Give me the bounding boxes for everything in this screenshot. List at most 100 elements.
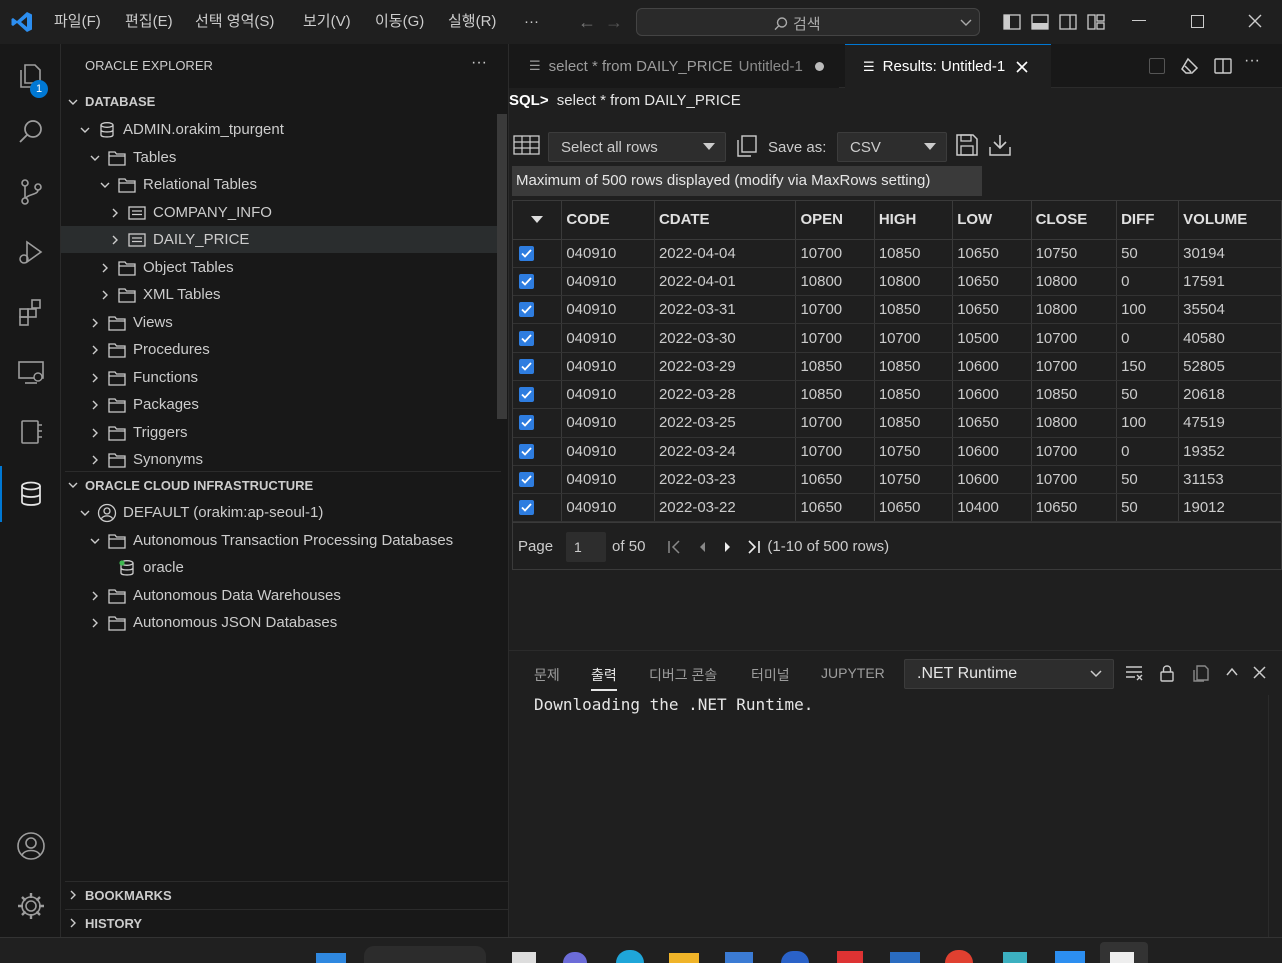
split-editor-icon[interactable] [1214, 57, 1232, 75]
open-in-editor-icon[interactable] [1192, 664, 1210, 682]
taskbar-app-icon[interactable] [781, 951, 809, 963]
extensions-icon[interactable] [0, 284, 61, 340]
edge-browser-icon[interactable] [616, 950, 644, 963]
checkbox-checked-icon[interactable] [519, 330, 534, 346]
taskbar-app-icon[interactable] [837, 951, 863, 963]
prev-page-icon[interactable] [697, 540, 707, 554]
panel-tab[interactable]: 문제 [534, 665, 560, 691]
taskbar-active-app[interactable] [1100, 942, 1148, 963]
panel-scrollbar[interactable] [1268, 695, 1282, 938]
chevron-down-icon[interactable] [77, 122, 93, 138]
row-select-cell[interactable] [513, 267, 563, 297]
oracle-database-icon[interactable] [0, 466, 61, 522]
maximize-icon[interactable] [1191, 15, 1204, 28]
checkbox-checked-icon[interactable] [519, 358, 534, 374]
chevron-right-icon[interactable] [97, 260, 113, 276]
stop-icon[interactable] [1149, 58, 1165, 74]
chevron-right-icon[interactable] [107, 232, 123, 248]
more-actions-icon[interactable]: ··· [1244, 52, 1260, 70]
taskbar-app-icon[interactable] [512, 952, 536, 963]
first-page-icon[interactable] [667, 539, 681, 554]
menu-item[interactable]: 파일(F) [54, 0, 101, 44]
output-channel-dropdown[interactable]: .NET Runtime [904, 659, 1114, 689]
chevron-down-icon[interactable] [87, 533, 103, 549]
table-row[interactable]: 040910 2022-03-31 10700 10850 10650 10800 100 3… [513, 295, 1282, 325]
chevron-down-icon[interactable] [87, 150, 103, 166]
tree-item-xml-tables[interactable]: XML Tables [61, 281, 497, 308]
toggle-sidebar-icon[interactable] [1003, 13, 1021, 31]
checkbox-checked-icon[interactable] [519, 415, 534, 431]
table-grid-icon[interactable] [513, 134, 540, 156]
settings-gear-icon[interactable] [0, 878, 61, 934]
taskbar-search[interactable] [364, 946, 486, 963]
chevron-right-icon[interactable] [87, 615, 103, 631]
save-disk-icon[interactable] [955, 133, 979, 157]
toggle-panel-icon[interactable] [1031, 13, 1049, 31]
store-icon[interactable] [725, 952, 753, 963]
table-row[interactable]: 040910 2022-03-29 10850 10850 10600 10700 150 5… [513, 352, 1282, 381]
column-header[interactable]: CLOSE [1031, 201, 1118, 240]
row-select-cell[interactable] [513, 323, 563, 353]
history-section-header[interactable]: HISTORY [65, 909, 509, 936]
chrome-icon[interactable] [945, 950, 973, 963]
tree-item-relational-tables[interactable]: Relational Tables [61, 171, 497, 198]
table-row[interactable]: 040910 2022-03-30 10700 10700 10500 10700 0 405… [513, 323, 1282, 353]
database-section-header[interactable]: DATABASE [65, 88, 501, 115]
menu-item[interactable]: ··· [524, 0, 539, 44]
row-select-cell[interactable] [513, 493, 563, 523]
copy-icon[interactable] [735, 134, 759, 158]
menu-item[interactable]: 실행(R) [448, 0, 496, 44]
column-header[interactable]: DIFF [1116, 201, 1180, 240]
page-input[interactable]: 1 [566, 531, 607, 562]
tree-item-daily-price[interactable]: DAILY_PRICE [61, 226, 497, 253]
more-actions-icon[interactable]: ··· [471, 54, 487, 72]
table-row[interactable]: 040910 2022-03-24 10700 10750 10600 10700 0 193… [513, 437, 1282, 466]
tree-item-packages[interactable]: Packages [61, 391, 497, 418]
chevron-right-icon[interactable] [107, 205, 123, 221]
column-header[interactable]: HIGH [874, 201, 954, 240]
taskbar-app-icon[interactable] [1003, 952, 1027, 963]
row-select-cell[interactable] [513, 380, 563, 410]
select-column-header[interactable] [513, 201, 563, 240]
column-header[interactable]: CODE [561, 201, 655, 240]
tree-item-adw[interactable]: Autonomous Data Warehouses [61, 582, 497, 609]
chevron-right-icon[interactable] [87, 370, 103, 386]
checkbox-checked-icon[interactable] [519, 500, 534, 516]
maximize-panel-icon[interactable] [1225, 666, 1239, 678]
column-header[interactable]: VOLUME [1178, 201, 1282, 240]
menu-item[interactable]: 이동(G) [375, 0, 424, 44]
cloud-section-header[interactable]: ORACLE CLOUD INFRASTRUCTURE [65, 471, 501, 498]
tree-item-tables[interactable]: Tables [61, 144, 497, 171]
vscode-taskbar-icon[interactable] [1055, 951, 1085, 963]
chevron-right-icon[interactable] [97, 287, 113, 303]
tree-item-ajd[interactable]: Autonomous JSON Databases [61, 609, 497, 636]
lock-icon[interactable] [1159, 664, 1175, 682]
bookmarks-section-header[interactable]: BOOKMARKS [65, 881, 509, 908]
explorer-files-icon[interactable]: 1 [0, 48, 61, 104]
remote-explorer-icon[interactable] [0, 344, 61, 400]
run-and-debug-icon[interactable] [0, 224, 61, 280]
toggle-secondary-sidebar-icon[interactable] [1059, 13, 1077, 31]
table-row[interactable]: 040910 2022-04-04 10700 10850 10650 10750 50 30… [513, 239, 1282, 268]
table-row[interactable]: 040910 2022-03-25 10700 10850 10650 10800 100 4… [513, 408, 1282, 438]
row-select-cell[interactable] [513, 352, 563, 381]
tree-item-object-tables[interactable]: Object Tables [61, 254, 497, 281]
table-row[interactable]: 040910 2022-04-01 10800 10800 10650 10800 0 175… [513, 267, 1282, 297]
taskbar-app-icon[interactable] [890, 952, 920, 963]
tree-item-company-info[interactable]: COMPANY_INFO [61, 199, 497, 226]
close-panel-icon[interactable] [1253, 666, 1266, 679]
chevron-right-icon[interactable] [87, 588, 103, 604]
row-select-cell[interactable] [513, 465, 563, 495]
checkbox-checked-icon[interactable] [519, 245, 534, 261]
table-row[interactable]: 040910 2022-03-22 10650 10650 10400 10650 50 19… [513, 493, 1282, 523]
download-icon[interactable] [988, 133, 1012, 157]
table-row[interactable]: 040910 2022-03-23 10650 10750 10600 10700 50 31… [513, 465, 1282, 495]
minimize-icon[interactable] [1132, 20, 1146, 21]
checkbox-checked-icon[interactable] [519, 273, 534, 289]
forward-arrow-icon[interactable]: → [605, 12, 623, 33]
row-select-cell[interactable] [513, 295, 563, 325]
tree-item-functions[interactable]: Functions [61, 364, 497, 391]
close-tab-icon[interactable] [1015, 60, 1029, 74]
tree-item-views[interactable]: Views [61, 309, 497, 336]
row-select-cell[interactable] [513, 437, 563, 466]
